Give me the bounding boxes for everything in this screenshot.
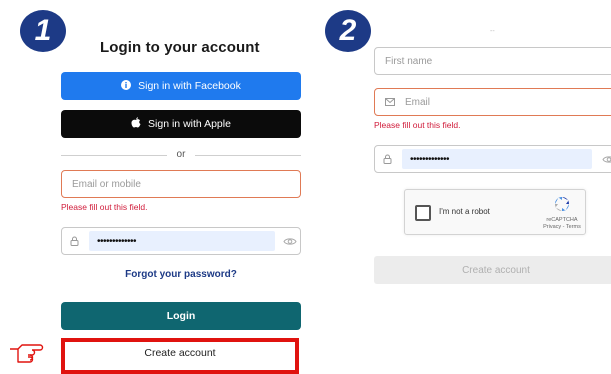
top-hint-text: -- (490, 28, 495, 35)
create-account-button[interactable]: Create account (61, 338, 299, 374)
email-input[interactable]: Email (374, 88, 611, 116)
recaptcha-links: Privacy - Terms (543, 224, 581, 230)
step-1-badge: 1 (20, 10, 66, 52)
forgot-password-link[interactable]: Forgot your password? (61, 269, 301, 280)
apple-signin-label: Sign in with Apple (148, 118, 231, 130)
first-name-input[interactable]: First name (374, 47, 611, 75)
recaptcha-icon (553, 195, 571, 218)
recaptcha-widget: I'm not a robot reCAPTCHA Privacy - Term… (404, 189, 586, 235)
eye-icon[interactable] (283, 237, 297, 246)
mail-icon (385, 98, 395, 106)
email-or-mobile-input[interactable]: Email or mobile (61, 170, 301, 198)
apple-icon (131, 117, 141, 131)
recaptcha-brand: reCAPTCHA (546, 217, 578, 223)
email-error-message-2: Please fill out this field. (374, 120, 461, 130)
login-title: Login to your account (100, 39, 260, 56)
facebook-signin-label: Sign in with Facebook (138, 80, 241, 92)
password-input[interactable]: ••••••••••••• (61, 227, 301, 255)
password-value-2: ••••••••••••• (402, 149, 592, 169)
lock-icon (70, 236, 79, 246)
or-separator: or (176, 149, 186, 160)
apple-signin-button[interactable]: Sign in with Apple (61, 110, 301, 138)
recaptcha-checkbox[interactable] (415, 205, 431, 221)
facebook-signin-button[interactable]: Sign in with Facebook (61, 72, 301, 100)
password-value: ••••••••••••• (89, 231, 275, 251)
password-input-2[interactable]: ••••••••••••• (374, 145, 611, 173)
divider-right (195, 155, 301, 156)
recaptcha-label: I'm not a robot (439, 207, 490, 216)
info-circle-icon (121, 79, 132, 93)
email-or-mobile-placeholder: Email or mobile (72, 178, 141, 190)
create-account-button-disabled[interactable]: Create account (374, 256, 611, 284)
eye-icon[interactable] (602, 155, 611, 164)
first-name-placeholder: First name (385, 55, 433, 67)
email-error-message: Please fill out this field. (61, 202, 148, 212)
login-button[interactable]: Login (61, 302, 301, 330)
step-2-badge: 2 (325, 10, 371, 52)
divider-left (61, 155, 167, 156)
email-placeholder: Email (405, 96, 431, 108)
lock-icon (383, 154, 392, 164)
